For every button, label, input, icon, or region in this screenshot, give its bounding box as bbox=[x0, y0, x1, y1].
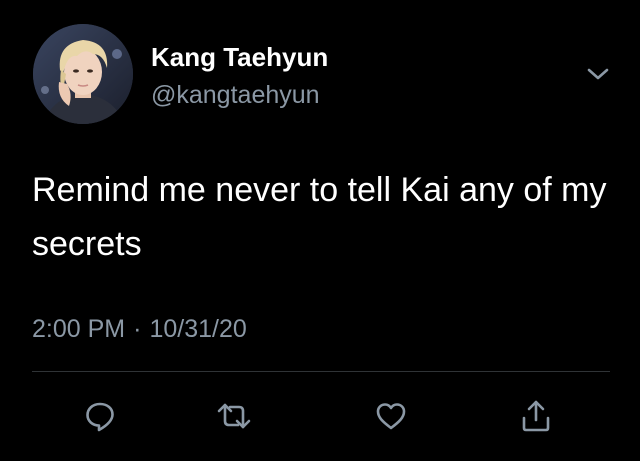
like-icon bbox=[376, 403, 406, 430]
tweet: Kang Taehyun @kangtaehyun Remind me neve… bbox=[0, 0, 640, 461]
retweet-icon bbox=[217, 403, 251, 429]
author-handle[interactable]: @kangtaehyun bbox=[151, 80, 320, 110]
retweet-button[interactable] bbox=[214, 396, 254, 436]
avatar[interactable] bbox=[33, 24, 133, 124]
share-icon bbox=[522, 400, 550, 432]
divider bbox=[32, 371, 610, 372]
reply-button[interactable] bbox=[80, 396, 120, 436]
tweet-time: 2:00 PM bbox=[32, 315, 126, 343]
tweet-text: Remind me never to tell Kai any of my se… bbox=[32, 171, 607, 263]
reply-icon bbox=[86, 402, 114, 432]
more-options-button[interactable] bbox=[583, 61, 613, 87]
tweet-date: 10/31/20 bbox=[149, 315, 247, 343]
tweet-timestamp[interactable]: 2:00 PM · 10/31/20 bbox=[32, 314, 247, 344]
like-button[interactable] bbox=[371, 396, 411, 436]
author-display-name[interactable]: Kang Taehyun bbox=[151, 42, 328, 72]
avatar-image bbox=[33, 24, 133, 124]
share-button[interactable] bbox=[516, 396, 556, 436]
chevron-down-icon bbox=[587, 68, 609, 80]
timestamp-separator: · bbox=[133, 315, 142, 343]
